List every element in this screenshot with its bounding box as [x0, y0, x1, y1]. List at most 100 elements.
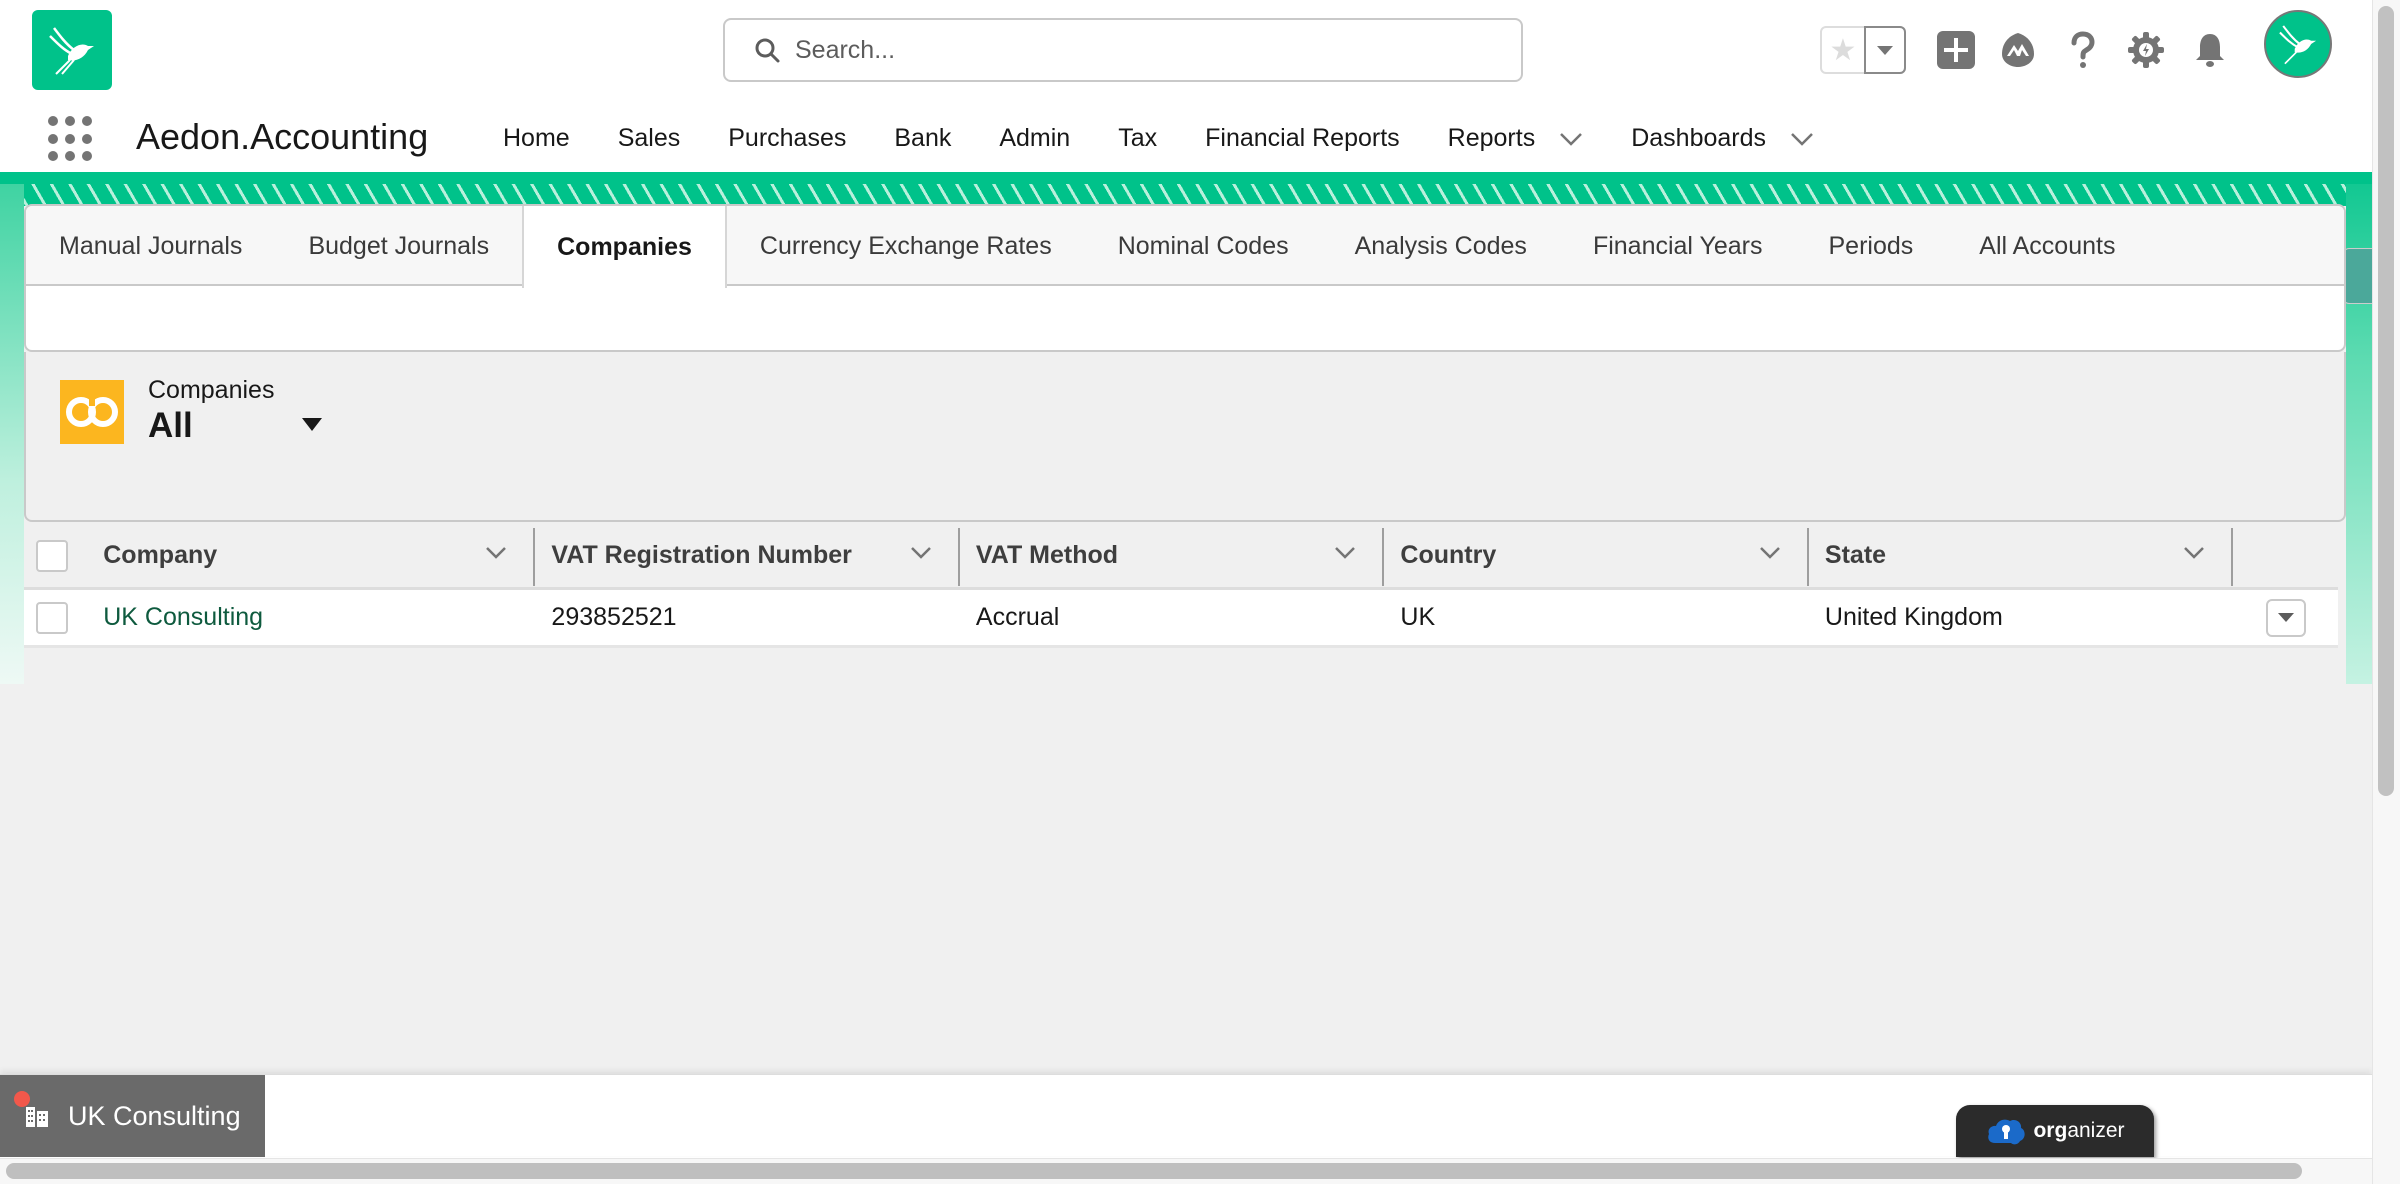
tab-label: Analysis Codes — [1354, 231, 1527, 260]
global-header: ★ — [0, 0, 2372, 172]
chevron-down-icon[interactable] — [1334, 546, 1356, 560]
app-name: Aedon.Accounting — [136, 116, 429, 157]
app-launcher-icon[interactable] — [48, 116, 94, 162]
tab-nominal-codes[interactable]: Nominal Codes — [1085, 206, 1322, 286]
nav-item-home[interactable]: Home — [503, 124, 570, 153]
tab-periods[interactable]: Periods — [1796, 206, 1947, 286]
nav-item-label: Admin — [999, 124, 1071, 152]
column-header-company[interactable]: Company — [79, 524, 536, 587]
decorative-pattern — [0, 184, 24, 684]
column-header-actions — [2233, 524, 2338, 587]
nav-item-label: Purchases — [728, 124, 847, 152]
list-view-name[interactable]: All — [148, 406, 193, 446]
nav-item-sales[interactable]: Sales — [618, 124, 681, 153]
column-header-vat-registration-number[interactable]: VAT Registration Number — [535, 524, 960, 587]
page: ★ — [0, 0, 2400, 1184]
tab-companies[interactable]: Companies — [522, 206, 727, 288]
companies-object-icon — [60, 380, 124, 444]
tab-label: Nominal Codes — [1117, 231, 1289, 260]
infinity-loop-icon — [66, 396, 118, 427]
favorites-control: ★ — [1820, 26, 1906, 74]
search-icon — [755, 38, 780, 63]
chevron-down-icon[interactable] — [1759, 546, 1781, 560]
organizer-label: anizer — [2067, 1119, 2125, 1142]
chevron-down-icon[interactable] — [910, 546, 932, 560]
app-logo[interactable] — [32, 10, 112, 90]
row-checkbox[interactable] — [35, 601, 68, 634]
nav-item-admin[interactable]: Admin — [999, 124, 1070, 153]
nav-item-label: Financial Reports — [1205, 124, 1400, 152]
nav-item-reports[interactable]: Reports — [1448, 124, 1584, 153]
utility-item-label: UK Consulting — [68, 1100, 241, 1131]
nav-item-bank[interactable]: Bank — [894, 124, 951, 153]
nav-item-label: Dashboards — [1631, 124, 1767, 152]
column-header-state[interactable]: State — [1809, 524, 2234, 587]
tab-financial-years[interactable]: Financial Years — [1560, 206, 1796, 286]
tab-label: Periods — [1828, 231, 1914, 260]
chevron-down-icon — [2277, 613, 2294, 622]
hummingbird-icon — [49, 27, 94, 75]
horizontal-scrollbar-thumb[interactable] — [6, 1163, 2302, 1179]
column-header-label: Country — [1400, 541, 1497, 569]
tab-currency-exchange-rates[interactable]: Currency Exchange Rates — [727, 206, 1085, 286]
chevron-down-icon[interactable] — [1790, 132, 1814, 146]
column-header-label: VAT Registration Number — [551, 541, 852, 569]
nav-items: Home Sales Purchases Bank Admin Tax Fina… — [503, 124, 1862, 153]
side-panel-handle[interactable] — [2343, 248, 2373, 304]
global-search[interactable] — [723, 18, 1523, 82]
select-all-cell — [24, 524, 79, 587]
organizer-label-bold: org — [2033, 1119, 2068, 1142]
trailhead-button[interactable] — [1996, 28, 2040, 72]
cell-company: UK Consulting — [79, 590, 535, 645]
tab-bar: Manual Journals Budget Journals Companie… — [26, 206, 2344, 288]
tab-label: Currency Exchange Rates — [759, 231, 1052, 260]
setup-button[interactable] — [2124, 28, 2168, 72]
tab-label: Budget Journals — [308, 231, 490, 260]
row-select-cell — [24, 590, 79, 645]
favorites-dropdown-button[interactable] — [1864, 26, 1906, 74]
chevron-down-icon[interactable] — [2183, 546, 2205, 560]
organizer-button[interactable]: organizer — [1956, 1105, 2154, 1157]
global-actions-button[interactable] — [1934, 28, 1978, 72]
cell-row-actions — [2233, 590, 2338, 645]
chevron-down-icon[interactable] — [1559, 132, 1583, 146]
user-avatar[interactable] — [2264, 10, 2332, 78]
list-view-header: Companies All — [24, 352, 2346, 522]
notifications-button[interactable] — [2188, 28, 2232, 72]
nav-item-label: Reports — [1447, 124, 1536, 152]
cloud-keyhole-icon — [1988, 1119, 2026, 1145]
object-label: Companies — [148, 376, 275, 404]
column-header-vat-method[interactable]: VAT Method — [960, 524, 1385, 587]
select-all-checkbox[interactable] — [35, 539, 68, 572]
column-header-label: VAT Method — [975, 541, 1119, 569]
company-link[interactable]: UK Consulting — [103, 603, 263, 632]
nav-item-label: Tax — [1118, 124, 1158, 152]
column-header-country[interactable]: Country — [1384, 524, 1809, 587]
help-question-icon — [2071, 31, 2095, 68]
favorites-star-icon[interactable]: ★ — [1822, 28, 1864, 72]
help-button[interactable] — [2060, 28, 2104, 72]
table-header-row: Company VAT Registration Number VAT Meth… — [24, 524, 2338, 590]
cell-vat-method: Accrual — [975, 603, 1060, 631]
tab-budget-journals[interactable]: Budget Journals — [275, 206, 522, 286]
row-actions-button[interactable] — [2265, 598, 2306, 637]
search-input[interactable] — [795, 35, 1495, 65]
tab-label: Financial Years — [1592, 231, 1763, 260]
trailhead-mountain-icon — [2002, 33, 2034, 67]
vertical-scrollbar-thumb[interactable] — [2378, 6, 2394, 796]
nav-item-purchases[interactable]: Purchases — [728, 124, 846, 153]
list-view-picker-icon[interactable] — [302, 418, 322, 431]
nav-item-tax[interactable]: Tax — [1118, 124, 1157, 153]
hummingbird-icon — [2279, 25, 2317, 65]
nav-item-dashboards[interactable]: Dashboards — [1631, 124, 1814, 153]
chevron-down-icon — [1877, 45, 1893, 55]
utility-item-company[interactable]: UK Consulting — [0, 1075, 265, 1157]
tab-manual-journals[interactable]: Manual Journals — [26, 206, 275, 286]
building-icon — [26, 1107, 48, 1127]
table-row: UK Consulting 293852521 Accrual UK Unite… — [24, 590, 2338, 648]
nav-item-financial-reports[interactable]: Financial Reports — [1205, 124, 1400, 153]
notification-dot — [14, 1091, 30, 1107]
chevron-down-icon[interactable] — [485, 546, 507, 560]
tab-analysis-codes[interactable]: Analysis Codes — [1322, 206, 1560, 286]
tab-all-accounts[interactable]: All Accounts — [1946, 206, 2148, 286]
